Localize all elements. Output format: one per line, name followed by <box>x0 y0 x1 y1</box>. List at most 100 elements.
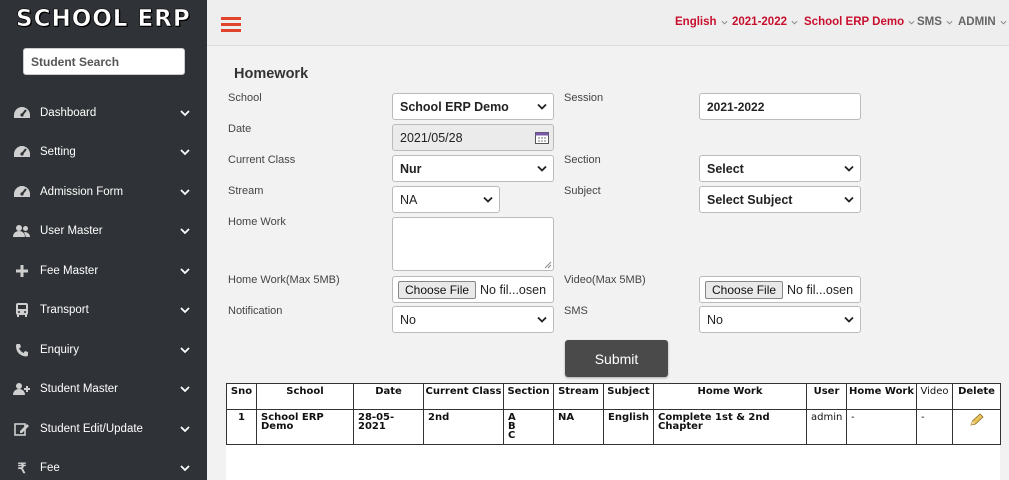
section-value: Select <box>707 161 744 176</box>
sidebar-item-label: Fee Master <box>40 265 99 277</box>
sidebar-item-label: Student Edit/Update <box>40 423 143 435</box>
sidebar-item-user-master[interactable]: User Master <box>0 216 207 246</box>
chevron-down-icon <box>844 196 854 203</box>
stream-select[interactable]: NA <box>392 186 500 213</box>
section-select[interactable]: Select <box>699 155 861 182</box>
chevron-down-icon <box>908 20 915 25</box>
date-input[interactable]: 2021/05/28 <box>392 124 554 151</box>
sidebar-item-label: Setting <box>40 146 76 158</box>
submit-button[interactable]: Submit <box>565 340 668 377</box>
school-label: School <box>228 92 262 104</box>
notification-select[interactable]: No <box>392 306 554 333</box>
page-title: Homework <box>234 66 309 82</box>
school-select-value: School ERP Demo <box>400 99 509 114</box>
resize-handle-icon[interactable] <box>544 261 552 269</box>
edit-icon <box>13 421 31 437</box>
homework-textarea[interactable] <box>392 217 554 271</box>
app-logo: SCHOOL ERP <box>16 6 191 33</box>
sidebar-item-label: Fee <box>40 462 60 474</box>
sidebar-item-label: Dashboard <box>40 107 97 119</box>
chevron-down-icon <box>180 386 190 393</box>
school-select[interactable]: School ERP Demo <box>392 93 554 120</box>
chevron-down-icon <box>180 347 190 354</box>
chevron-down-icon <box>180 189 190 196</box>
chevron-down-icon <box>791 20 798 25</box>
session-dropdown[interactable]: 2021-2022 <box>732 16 798 28</box>
video-file-input[interactable]: Choose File No fil...osen <box>699 276 861 303</box>
sidebar-item-enquiry[interactable]: Enquiry <box>0 335 207 365</box>
session-label: 2021-2022 <box>732 16 787 28</box>
sidebar-item-dashboard[interactable]: Dashboard <box>0 98 207 128</box>
column-header: User <box>806 383 847 410</box>
subject-select[interactable]: Select Subject <box>699 186 861 213</box>
sidebar-item-fee[interactable]: ₹ Fee <box>0 453 207 480</box>
cell-home-work: - <box>846 409 917 445</box>
sidebar: SCHOOL ERP Student Search Dashboard Sett… <box>0 0 207 480</box>
chevron-down-icon <box>537 316 547 323</box>
chevron-down-icon <box>537 103 547 110</box>
chevron-down-icon <box>483 196 493 203</box>
session-input[interactable]: 2021-2022 <box>699 93 861 120</box>
sidebar-item-label: Enquiry <box>40 344 79 356</box>
table-header-row: Sno School Date Current Class Section St… <box>226 383 1001 410</box>
table-row: 1 School ERP Demo 28-05-2021 2nd A B C N… <box>226 409 1001 445</box>
admin-dropdown[interactable]: ADMIN <box>958 16 1007 28</box>
school-label: School ERP Demo <box>804 16 905 28</box>
choose-file-button[interactable]: Choose File <box>398 280 477 299</box>
sidebar-item-student-edit-update[interactable]: Student Edit/Update <box>0 414 207 444</box>
homework-table: Sno School Date Current Class Section St… <box>226 383 1001 480</box>
plus-icon <box>13 263 31 279</box>
chevron-down-icon <box>180 426 190 433</box>
admin-label: ADMIN <box>958 16 996 28</box>
hamburger-menu-icon[interactable] <box>221 17 241 33</box>
chevron-down-icon <box>721 20 728 25</box>
column-header: Home Work <box>846 383 917 410</box>
sms-label: SMS <box>564 305 588 317</box>
sms-select[interactable]: No <box>699 306 861 333</box>
subject-label: Subject <box>564 185 601 197</box>
sms-label: SMS <box>917 16 942 28</box>
cell-subject: English <box>603 409 654 445</box>
column-header: School <box>256 383 354 410</box>
cell-video: - <box>916 409 953 445</box>
homework-file-input[interactable]: Choose File No fil...osen <box>392 276 554 303</box>
sidebar-item-setting[interactable]: Setting <box>0 137 207 167</box>
sidebar-item-student-master[interactable]: Student Master <box>0 374 207 404</box>
column-header: Video <box>916 383 953 410</box>
sms-value: No <box>707 312 723 327</box>
stream-value: NA <box>400 192 418 207</box>
student-search-input[interactable]: Student Search <box>23 48 185 75</box>
column-header: Delete <box>952 383 1001 410</box>
chevron-down-icon <box>844 165 854 172</box>
current-class-select[interactable]: Nur <box>392 155 554 182</box>
calendar-icon[interactable] <box>535 131 549 144</box>
column-header: Stream <box>553 383 604 410</box>
dashboard-icon <box>13 184 31 200</box>
cell-user: admin <box>806 409 847 445</box>
column-header: Subject <box>603 383 654 410</box>
chevron-down-icon <box>946 20 953 25</box>
date-value: 2021/05/28 <box>400 130 463 145</box>
current-class-value: Nur <box>400 161 422 176</box>
column-header: Home Work <box>653 383 807 410</box>
pencil-icon[interactable] <box>969 413 985 427</box>
sidebar-item-label: User Master <box>40 225 103 237</box>
cell-section: A B C <box>503 409 554 445</box>
sidebar-item-label: Transport <box>40 304 89 316</box>
choose-file-button[interactable]: Choose File <box>705 280 784 299</box>
cell-stream: NA <box>553 409 604 445</box>
cell-school: School ERP Demo <box>256 409 354 445</box>
homework-label: Home Work <box>228 216 286 228</box>
sms-dropdown[interactable]: SMS <box>917 16 953 28</box>
dashboard-icon <box>13 144 31 160</box>
sidebar-item-admission-form[interactable]: Admission Form <box>0 177 207 207</box>
chevron-down-icon <box>180 228 190 235</box>
chevron-down-icon <box>537 165 547 172</box>
school-dropdown[interactable]: School ERP Demo <box>804 16 915 28</box>
sidebar-item-fee-master[interactable]: Fee Master <box>0 256 207 286</box>
column-header: Sno <box>226 383 257 410</box>
dashboard-icon <box>13 105 31 121</box>
rupee-icon: ₹ <box>17 459 27 476</box>
language-dropdown[interactable]: English <box>675 16 728 28</box>
sidebar-item-transport[interactable]: Transport <box>0 295 207 325</box>
